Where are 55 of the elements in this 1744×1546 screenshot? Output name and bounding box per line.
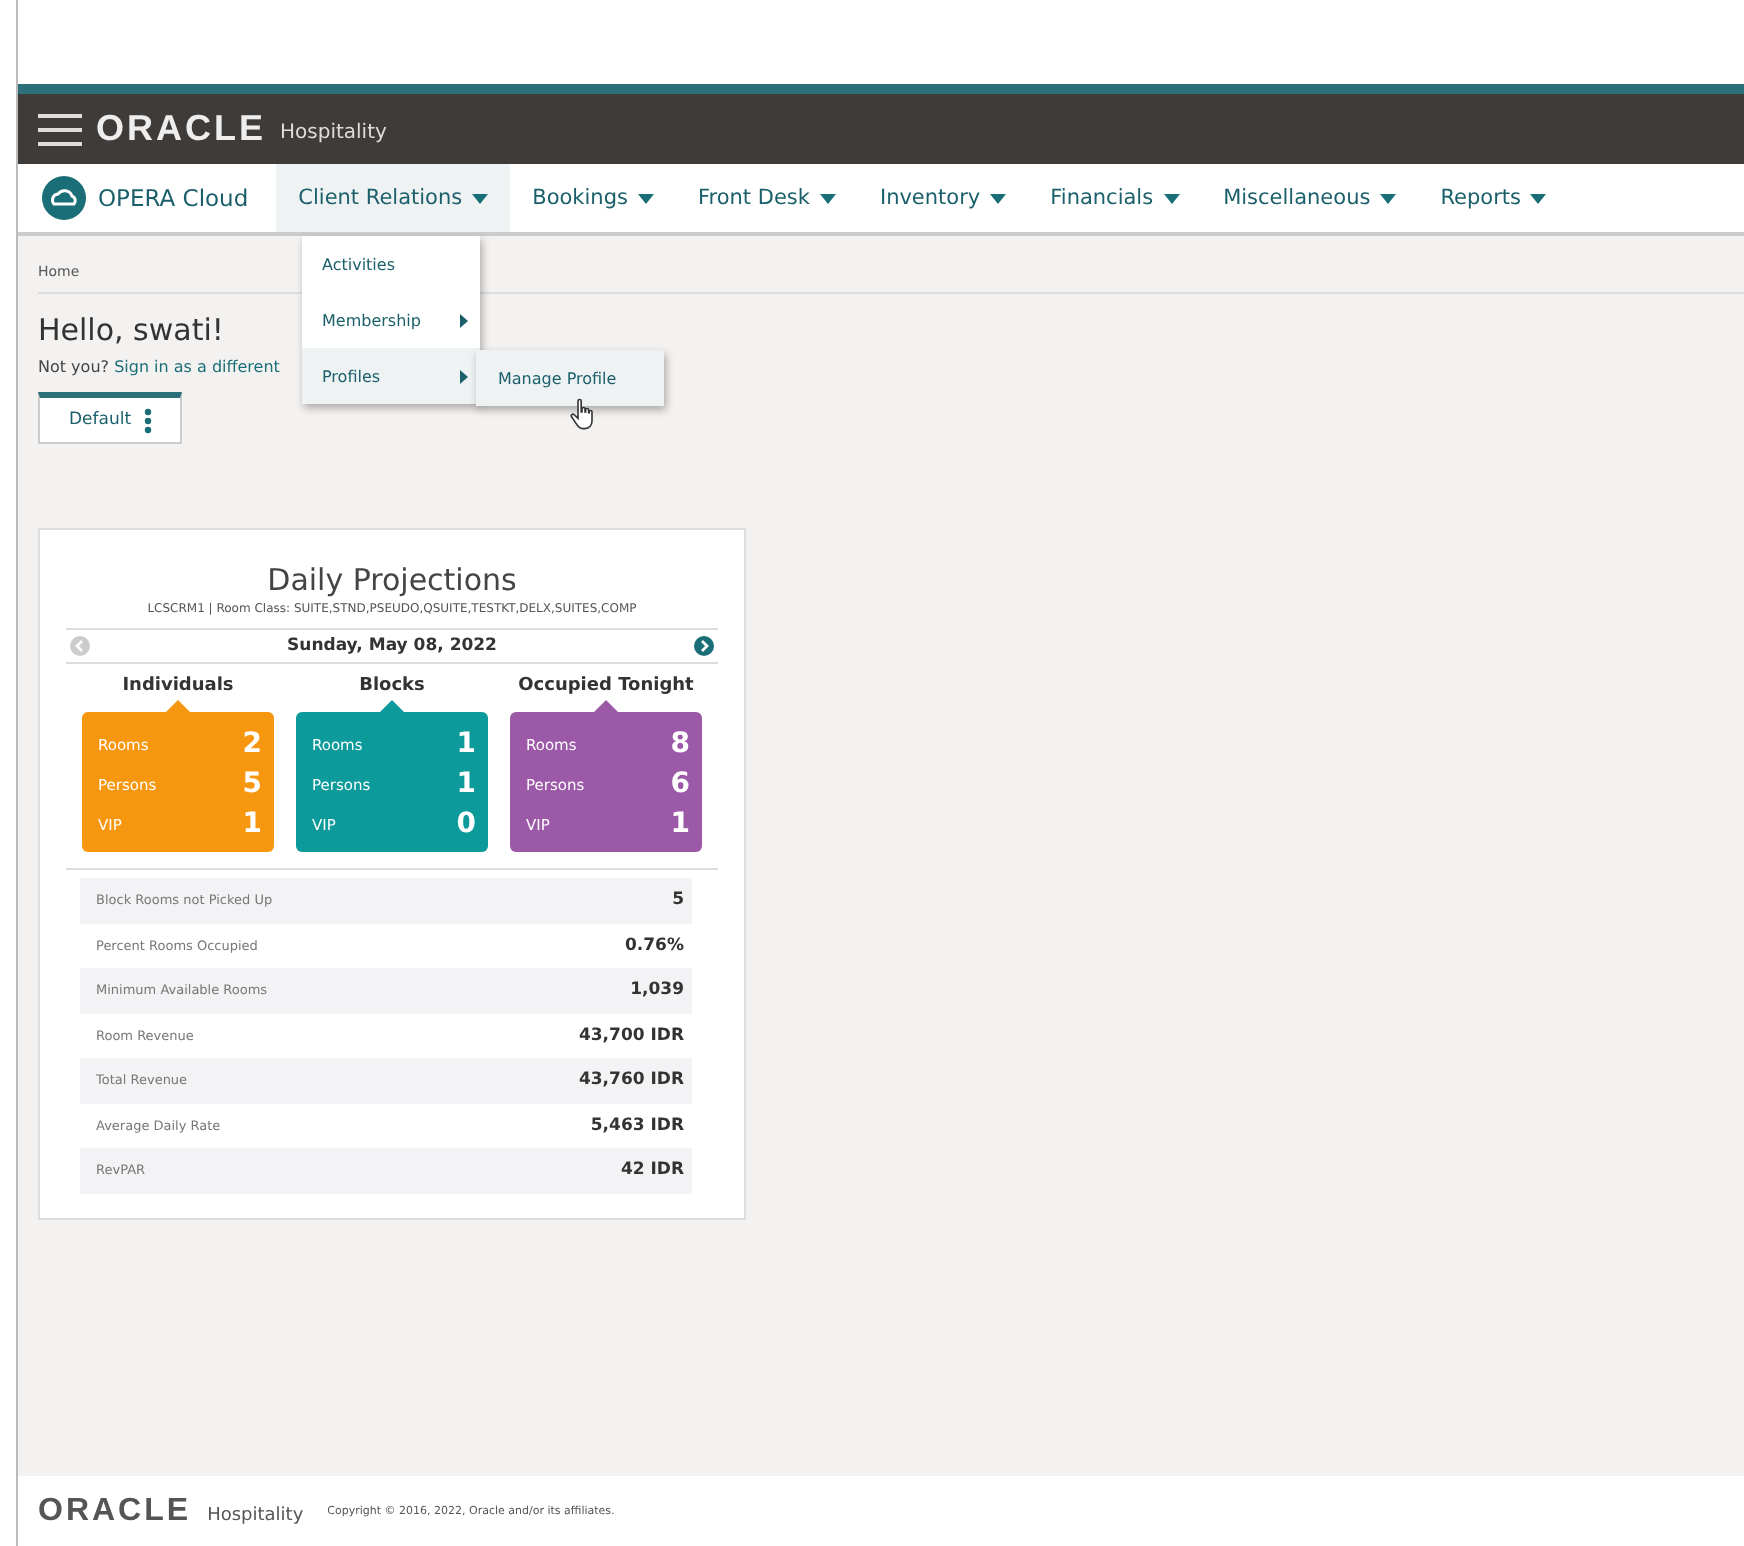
sign-in-link[interactable]: Sign in as a different: [114, 358, 280, 376]
submenu-arrow-icon: [460, 313, 468, 327]
date-label: Sunday, May 08, 2022: [287, 636, 497, 656]
nav-menu[interactable]: Front Desk: [675, 164, 858, 232]
caret-icon: [637, 193, 654, 203]
stat-value: 5: [672, 890, 684, 911]
caret-icon: [1530, 193, 1547, 203]
nav-menu[interactable]: Financials: [1028, 164, 1202, 232]
submenu-arrow-icon: [460, 369, 468, 383]
stat-value: 1,039: [630, 980, 684, 1001]
nav-menu[interactable]: Client Relations: [276, 164, 511, 232]
caret-icon: [1163, 193, 1180, 203]
menu-icon[interactable]: [38, 113, 82, 145]
nav-menu[interactable]: Reports: [1418, 164, 1569, 232]
greeting: Hello, swati!: [38, 312, 224, 348]
hand-cursor-icon: [570, 398, 596, 430]
tile-value: 1: [456, 728, 476, 760]
nav-menu[interactable]: Bookings: [510, 164, 676, 232]
menu-item[interactable]: Activities: [302, 236, 480, 292]
group-title: Blocks: [359, 676, 425, 696]
group-title: Individuals: [122, 676, 234, 696]
app-name[interactable]: OPERA Cloud: [98, 184, 249, 212]
caret-icon: [819, 193, 836, 203]
tile-value: 1: [670, 808, 690, 840]
group-title: Occupied Tonight: [518, 676, 694, 696]
stat-value: 43,700 IDR: [578, 1025, 684, 1046]
tile-value: 5: [242, 768, 262, 800]
caret-icon: [990, 193, 1007, 203]
tile-value: 1: [456, 768, 476, 800]
dashboard-tab[interactable]: Default: [38, 392, 182, 444]
menu-item[interactable]: Manage Profile: [476, 350, 664, 406]
tile-value: 0: [456, 808, 476, 840]
stat-value: 42 IDR: [620, 1160, 684, 1181]
oracle-logo: ORACLE: [96, 108, 266, 150]
caret-icon: [1380, 193, 1397, 203]
tile-value: 1: [242, 808, 262, 840]
tile-value: 6: [670, 768, 690, 800]
kebab-icon[interactable]: [143, 407, 152, 433]
product-name: Hospitality: [207, 1505, 304, 1525]
not-you-text: Not you?: [38, 358, 110, 376]
next-icon[interactable]: [694, 636, 714, 656]
tile-value: 2: [242, 728, 262, 760]
menu-item[interactable]: Membership: [302, 292, 480, 348]
stat-value: 43,760 IDR: [578, 1070, 684, 1091]
stat-value: 0.76%: [625, 935, 684, 956]
card-title: Daily Projections: [267, 562, 517, 598]
stat-value: 5,463 IDR: [590, 1115, 684, 1136]
oracle-logo: ORACLE: [38, 1493, 192, 1529]
product-name: Hospitality: [280, 122, 387, 144]
caret-icon: [472, 193, 489, 203]
nav-menu[interactable]: Miscellaneous: [1201, 164, 1419, 232]
cloud-icon: [42, 176, 86, 220]
nav-menu[interactable]: Inventory: [857, 164, 1029, 232]
menu-item[interactable]: Profiles: [302, 348, 480, 404]
tile-value: 8: [670, 728, 690, 760]
